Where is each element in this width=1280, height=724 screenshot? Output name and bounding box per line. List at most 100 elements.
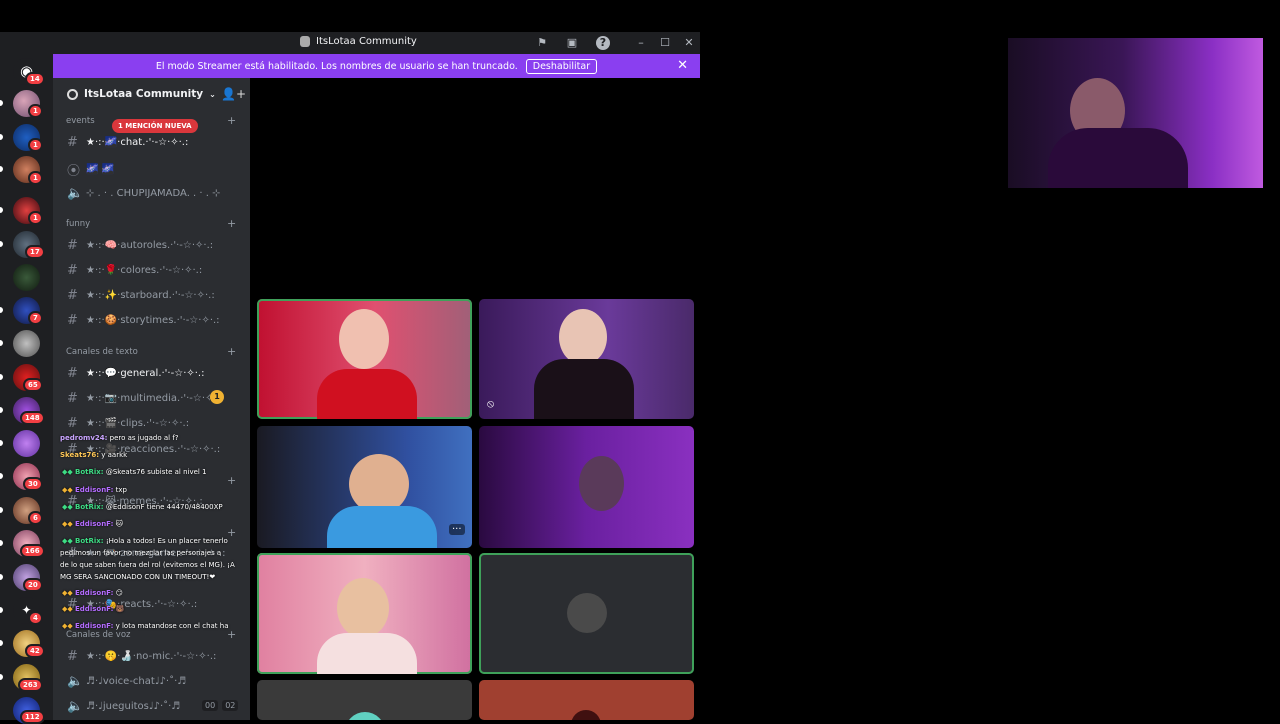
- speaker-icon: 🔈: [67, 186, 84, 201]
- server-icon[interactable]: [13, 330, 40, 357]
- unread-pill: [0, 574, 3, 580]
- guild-boost-icon: [67, 88, 78, 100]
- server-icon[interactable]: [13, 264, 40, 291]
- hash-icon: #: [67, 391, 78, 406]
- server-badge: 20: [23, 578, 43, 592]
- unread-pill: [0, 540, 3, 546]
- add-channel-icon[interactable]: +: [227, 114, 236, 127]
- window-titlebar: ItsLotaa Community ⚑ ▣ ? – ☐ ✕: [0, 32, 700, 54]
- chat-message: ◆◆ EddisonF: 🐱: [62, 520, 123, 528]
- video-off-icon: ⦸: [487, 397, 495, 410]
- add-channel-icon[interactable]: +: [227, 526, 236, 539]
- video-tile[interactable]: [479, 680, 694, 720]
- chat-user: EddisonF:: [75, 486, 114, 494]
- bot-badge-icon: ◆◆: [62, 503, 73, 511]
- server-rail: ◉ 14 1 1 1 1 17 7 65 148 30 6 166 20 ✦ 4…: [0, 54, 53, 724]
- unread-pill: [0, 440, 3, 446]
- unread-pill: [0, 307, 3, 313]
- chat-message-cont: de lo que saben fuera del rol (evitemos …: [60, 561, 235, 569]
- category-events[interactable]: events: [66, 116, 95, 126]
- unread-pill: [0, 473, 3, 479]
- channel-colores[interactable]: # ★·:·🌹·colores.·'·-☆·✧·.:: [67, 263, 202, 278]
- voice-video-stage: ⦸ ···: [250, 78, 700, 720]
- minimize-icon[interactable]: –: [634, 36, 648, 50]
- sub-badge-icon: ◆◆: [62, 605, 73, 613]
- flag-icon[interactable]: ⚑: [535, 36, 549, 50]
- channel-label: ★·:·🎬·clips.·'·-☆·✧·.:: [86, 418, 190, 429]
- video-tile[interactable]: [257, 299, 472, 419]
- chat-text: @Skeats76 subiste al nivel 1: [103, 468, 207, 476]
- add-channel-icon[interactable]: +: [227, 217, 236, 230]
- guild-name: ItsLotaa Community: [84, 88, 204, 100]
- guild-header[interactable]: ItsLotaa Community ⌄: [67, 88, 216, 100]
- sub-badge-icon: ◆◆: [62, 520, 73, 528]
- new-mention-pill[interactable]: 1 MENCIÓN NUEVA: [112, 119, 198, 133]
- window-title: ItsLotaa Community: [300, 36, 417, 47]
- video-tile[interactable]: ⦸: [479, 299, 694, 419]
- voice-user-count: 00 02: [202, 700, 239, 711]
- bot-badge-icon: ◆◆: [62, 537, 73, 545]
- chat-message-cont: pedimos un favor no mezclar las personaj…: [60, 549, 222, 557]
- category-voice-channels[interactable]: Canales de voz: [66, 630, 130, 640]
- hash-icon: #: [67, 366, 78, 381]
- video-tile[interactable]: [479, 426, 694, 548]
- chat-user: BotRix:: [75, 537, 104, 545]
- add-channel-icon[interactable]: +: [227, 345, 236, 358]
- server-badge: 6: [28, 511, 43, 525]
- participant-avatar: [345, 712, 385, 720]
- category-funny[interactable]: funny: [66, 219, 90, 229]
- disable-streamer-button[interactable]: Deshabilitar: [525, 58, 598, 74]
- participant-body: [327, 506, 437, 548]
- maximize-icon[interactable]: ☐: [658, 36, 672, 50]
- close-window-icon[interactable]: ✕: [682, 36, 696, 50]
- avatar-tile[interactable]: [479, 553, 694, 674]
- sub-badge-icon: ◆◆: [62, 622, 73, 630]
- chat-text: 🐻: [113, 605, 125, 613]
- channel-label: ♬·♩jueguitos♩♪·˚·♬: [86, 701, 181, 712]
- hash-icon: #: [67, 416, 78, 431]
- channel-no-mic[interactable]: # ★·:·🤫·🍶·no-mic.·'·-☆·✧·.:: [67, 649, 216, 664]
- channel-label: 🌌 🌌: [86, 164, 115, 175]
- unread-pill: [0, 607, 3, 613]
- channel-stage[interactable]: ⦿ 🌌 🌌: [67, 160, 114, 179]
- participant-avatar: [567, 593, 607, 633]
- window-title-text: ItsLotaa Community: [316, 36, 417, 47]
- more-options-icon[interactable]: ···: [449, 524, 465, 535]
- channel-storytimes[interactable]: # ★·:·🍪·storytimes.·'·-☆·✧·.:: [67, 313, 220, 328]
- chat-message: ◆◆ EddisonF: 🐻: [62, 605, 124, 613]
- invite-people-icon[interactable]: 👤+: [221, 87, 246, 101]
- hash-icon: #: [67, 238, 78, 253]
- channel-clips[interactable]: # ★·:·🎬·clips.·'·-☆·✧·.:: [67, 416, 189, 431]
- chat-text: 😏: [113, 589, 123, 597]
- server-badge: 4: [28, 611, 43, 625]
- chat-user: BotRix:: [75, 468, 104, 476]
- channel-starboard[interactable]: # ★·:·✨·starboard.·'·-☆·✧·.:: [67, 288, 215, 303]
- channel-autoroles[interactable]: # ★·:·🧠·autoroles.·'·-☆·✧·.:: [67, 238, 213, 253]
- unread-pill: [0, 100, 3, 106]
- video-tile[interactable]: [257, 680, 472, 720]
- chat-message: ◆◆ BotRix: @Skeats76 subiste al nivel 1: [62, 468, 207, 476]
- hash-icon: #: [67, 263, 78, 278]
- server-badge: 65: [23, 378, 43, 392]
- video-tile[interactable]: [257, 553, 472, 674]
- close-banner-icon[interactable]: ✕: [677, 58, 688, 73]
- add-channel-icon[interactable]: +: [227, 474, 236, 487]
- category-text-channels[interactable]: Canales de texto: [66, 347, 138, 357]
- streamer-webcam: [1008, 38, 1263, 188]
- server-badge: 1: [28, 211, 43, 225]
- chat-text: ¡Hola a todos! Es un placer tenerlo: [103, 537, 228, 545]
- channel-chat[interactable]: # ★·:·🌌·chat.·'·-☆·✧·.:: [67, 135, 188, 150]
- channel-jueguitos[interactable]: 🔈 ♬·♩jueguitos♩♪·˚·♬: [67, 699, 180, 714]
- server-icon[interactable]: [13, 430, 40, 457]
- channel-general[interactable]: # ★·:·💬·general.·'·-☆·✧·.:: [67, 366, 204, 381]
- chevron-down-icon: ⌄: [209, 89, 216, 99]
- home-badge: 14: [25, 72, 45, 86]
- screen-share-icon[interactable]: ▣: [565, 36, 579, 50]
- help-icon[interactable]: ?: [596, 36, 610, 50]
- sub-badge-icon: ◆◆: [62, 486, 73, 494]
- chat-message: Skeats76: y aarkk: [60, 451, 127, 459]
- channel-voice-chat[interactable]: 🔈 ♬·♩voice-chat♩♪·˚·♬: [67, 674, 186, 689]
- channel-chupijamada[interactable]: 🔈 ⊹ . · . CHUPIJAMADA. . · . ⊹: [67, 186, 221, 201]
- video-tile[interactable]: ···: [257, 426, 472, 548]
- channel-multimedia[interactable]: # ★·:·📷·multimedia.·'·-☆·✧·.:: [67, 391, 223, 406]
